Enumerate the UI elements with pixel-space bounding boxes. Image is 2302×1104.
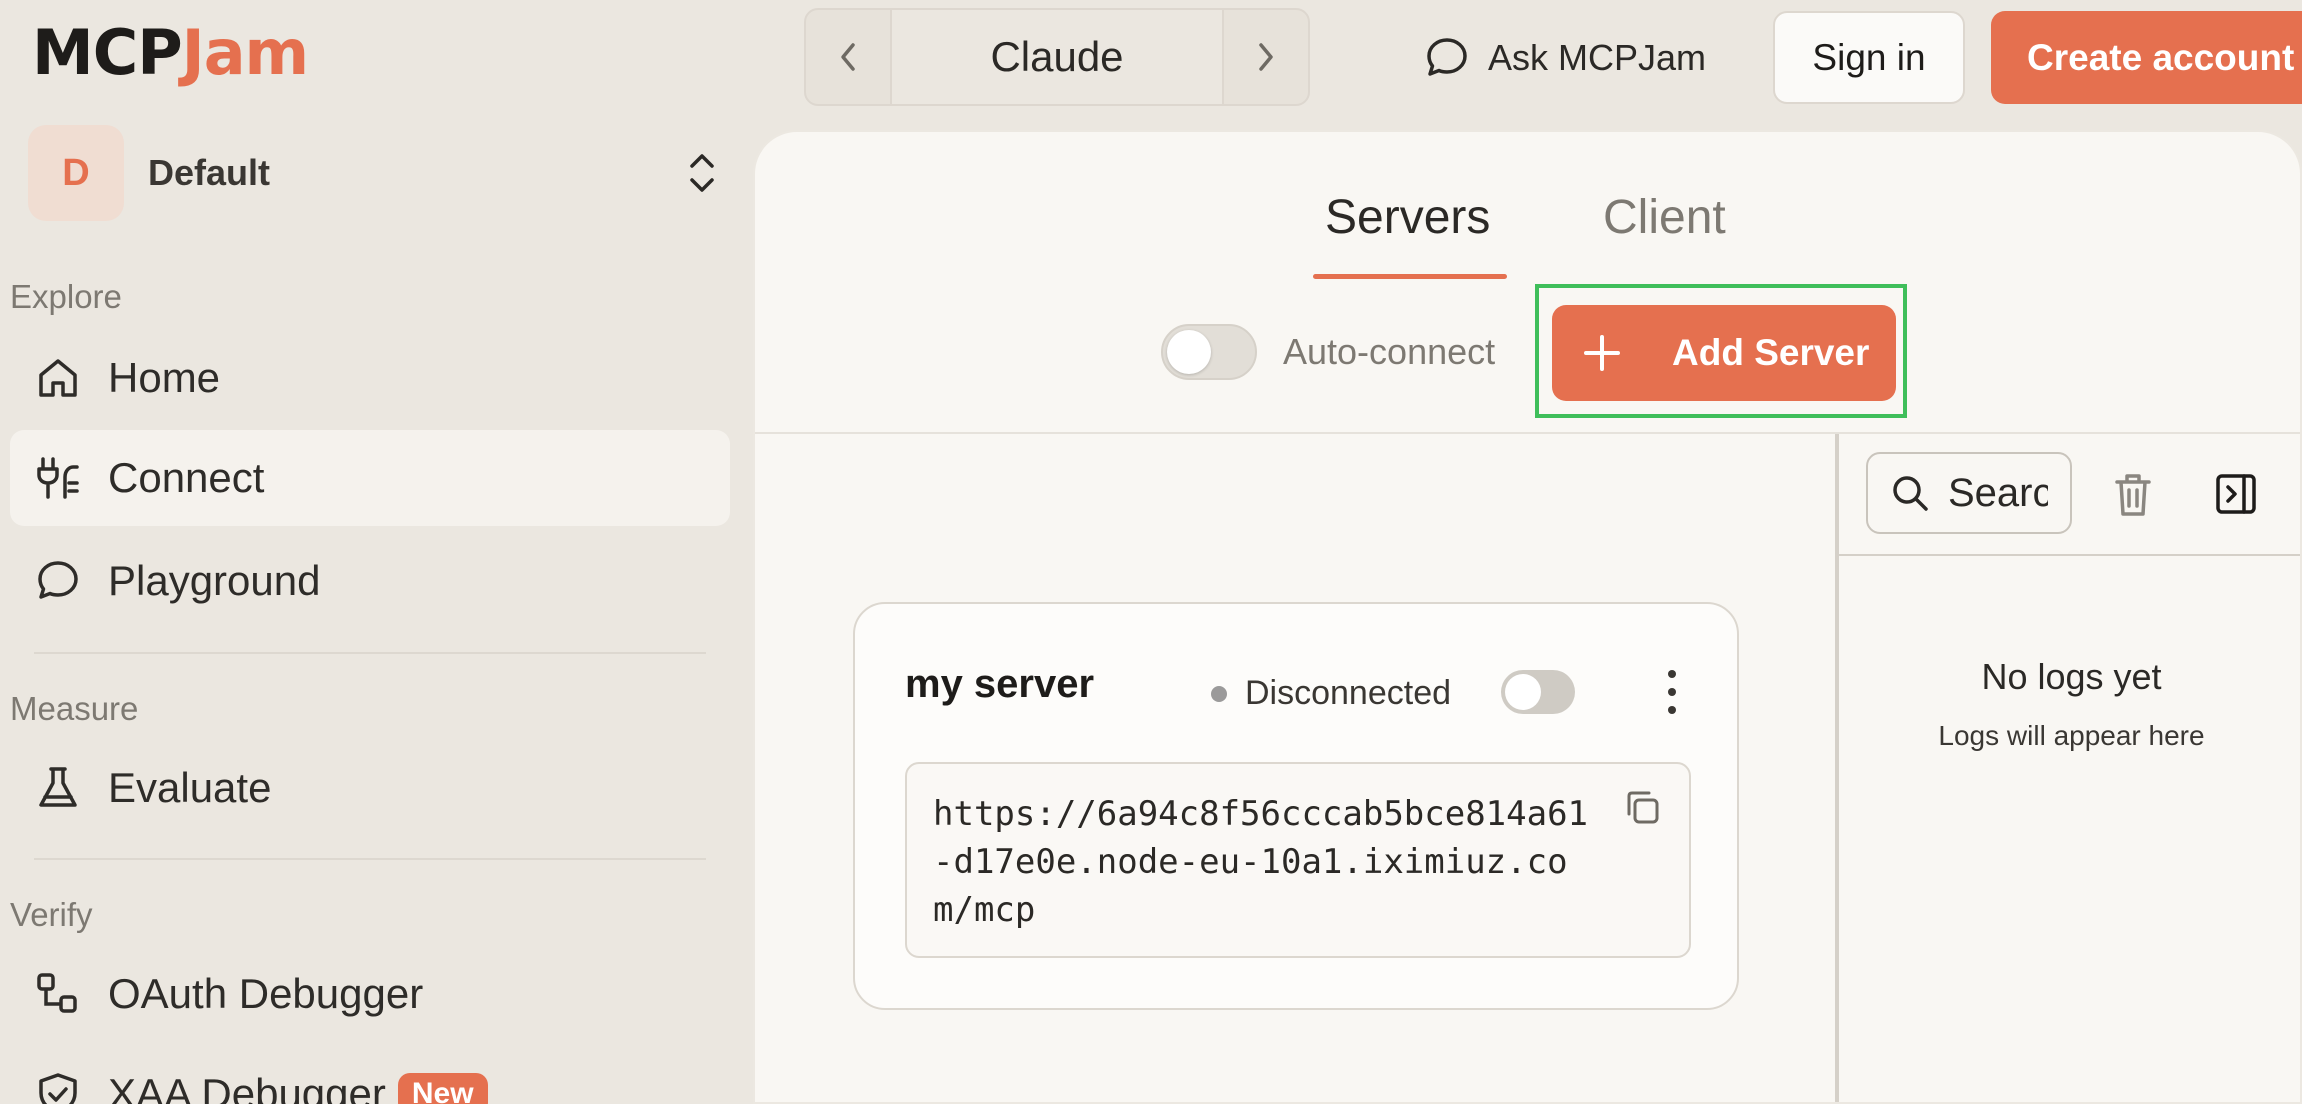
sidebar-item-label: Evaluate: [108, 764, 272, 811]
server-connect-toggle[interactable]: [1501, 670, 1575, 714]
auto-connect-toggle[interactable]: [1161, 324, 1257, 380]
sidebar-item-label: Connect: [108, 454, 265, 501]
collapse-panel-icon[interactable]: [2214, 472, 2258, 516]
sidebar-divider: [34, 652, 706, 654]
current-client-name[interactable]: Claude: [892, 10, 1222, 104]
mcpjam-logo[interactable]: MCPJam: [32, 16, 310, 89]
sidebar-item-label: Home: [108, 354, 221, 401]
sidebar-item-home[interactable]: Home: [10, 330, 730, 426]
sidebar-item-connect[interactable]: Connect: [10, 430, 730, 526]
logs-panel-divider[interactable]: [1835, 434, 1839, 1102]
add-server-label: Add Server: [1672, 332, 1870, 373]
sidebar-item-label: XAA Debugger: [108, 1070, 386, 1104]
create-account-button[interactable]: Create account: [1991, 11, 2302, 104]
shield-check-icon: [34, 1070, 82, 1104]
workspace-avatar: D: [28, 125, 124, 221]
copy-icon[interactable]: [1623, 788, 1661, 826]
chevron-right-icon: [1259, 43, 1273, 71]
logo-text-jam: Jam: [181, 16, 310, 89]
plus-icon: [1552, 333, 1652, 373]
server-card[interactable]: my server Disconnected https://6a94c8f56…: [853, 602, 1739, 1010]
auto-connect-control: Auto-connect: [1161, 324, 1495, 380]
auto-connect-label: Auto-connect: [1283, 331, 1496, 372]
active-tab-indicator: [1313, 274, 1507, 279]
ask-mcpjam-label: Ask MCPJam: [1488, 37, 1707, 78]
server-url-box: https://6a94c8f56cccab5bce814a61-d17e0e.…: [905, 762, 1691, 958]
previous-client-button[interactable]: [806, 10, 892, 104]
server-url: https://6a94c8f56cccab5bce814a61-d17e0e.…: [933, 794, 1589, 930]
next-client-button[interactable]: [1222, 10, 1308, 104]
chat-bubble-icon: [34, 557, 82, 605]
sidebar-divider: [34, 858, 706, 860]
section-label-verify: Verify: [10, 896, 93, 933]
chevron-up-down-icon: [690, 154, 714, 192]
sidebar-item-evaluate[interactable]: Evaluate: [10, 740, 730, 836]
sign-in-button[interactable]: Sign in: [1773, 11, 1965, 104]
section-label-measure: Measure: [10, 690, 139, 727]
logs-search-field[interactable]: [1866, 452, 2072, 534]
chevron-left-icon: [841, 43, 855, 71]
sidebar-item-label: Playground: [108, 557, 321, 604]
tab-servers[interactable]: Servers: [1325, 190, 1490, 245]
workspace-name: Default: [148, 152, 271, 193]
logs-empty-title: No logs yet: [1981, 656, 2162, 697]
tab-bar: Servers Client: [755, 132, 2300, 282]
chat-bubble-icon: [1427, 38, 1467, 76]
logs-empty-subtitle: Logs will appear here: [1938, 720, 2205, 751]
trash-icon[interactable]: [2113, 472, 2153, 518]
plug-icon: [34, 454, 82, 502]
workspace-switcher[interactable]: D Default: [28, 124, 718, 222]
more-options-icon[interactable]: [1657, 670, 1687, 714]
search-icon: [1893, 476, 1928, 511]
sidebar-item-label: OAuth Debugger: [108, 970, 424, 1017]
client-switcher: Claude: [804, 8, 1310, 106]
sidebar-item-playground[interactable]: Playground: [10, 533, 730, 629]
header-divider: [755, 432, 2300, 434]
add-server-button[interactable]: Add Server: [1552, 305, 1896, 401]
new-badge: New: [397, 1073, 488, 1104]
ask-mcpjam-button[interactable]: Ask MCPJam: [1424, 28, 1706, 88]
sidebar-item-oauth-debugger[interactable]: OAuth Debugger: [10, 946, 730, 1042]
section-label-explore: Explore: [10, 278, 122, 315]
main-panel: Servers Client Auto-connect Add Server m…: [753, 130, 2302, 1104]
sidebar-item-xaa-debugger[interactable]: XAA Debugger New: [10, 1046, 730, 1104]
status-text: Disconnected: [1245, 674, 1452, 712]
status-dot: [1211, 685, 1227, 702]
server-name: my server: [905, 662, 1095, 706]
logs-header-divider: [1839, 554, 2300, 556]
home-icon: [34, 354, 82, 402]
tab-client[interactable]: Client: [1603, 190, 1726, 245]
status-badge: Disconnected: [1211, 674, 1451, 713]
flow-icon: [34, 970, 82, 1018]
flask-icon: [34, 764, 82, 812]
logo-text-mcp: MCP: [32, 16, 183, 89]
logs-search-input[interactable]: [1948, 470, 2048, 516]
